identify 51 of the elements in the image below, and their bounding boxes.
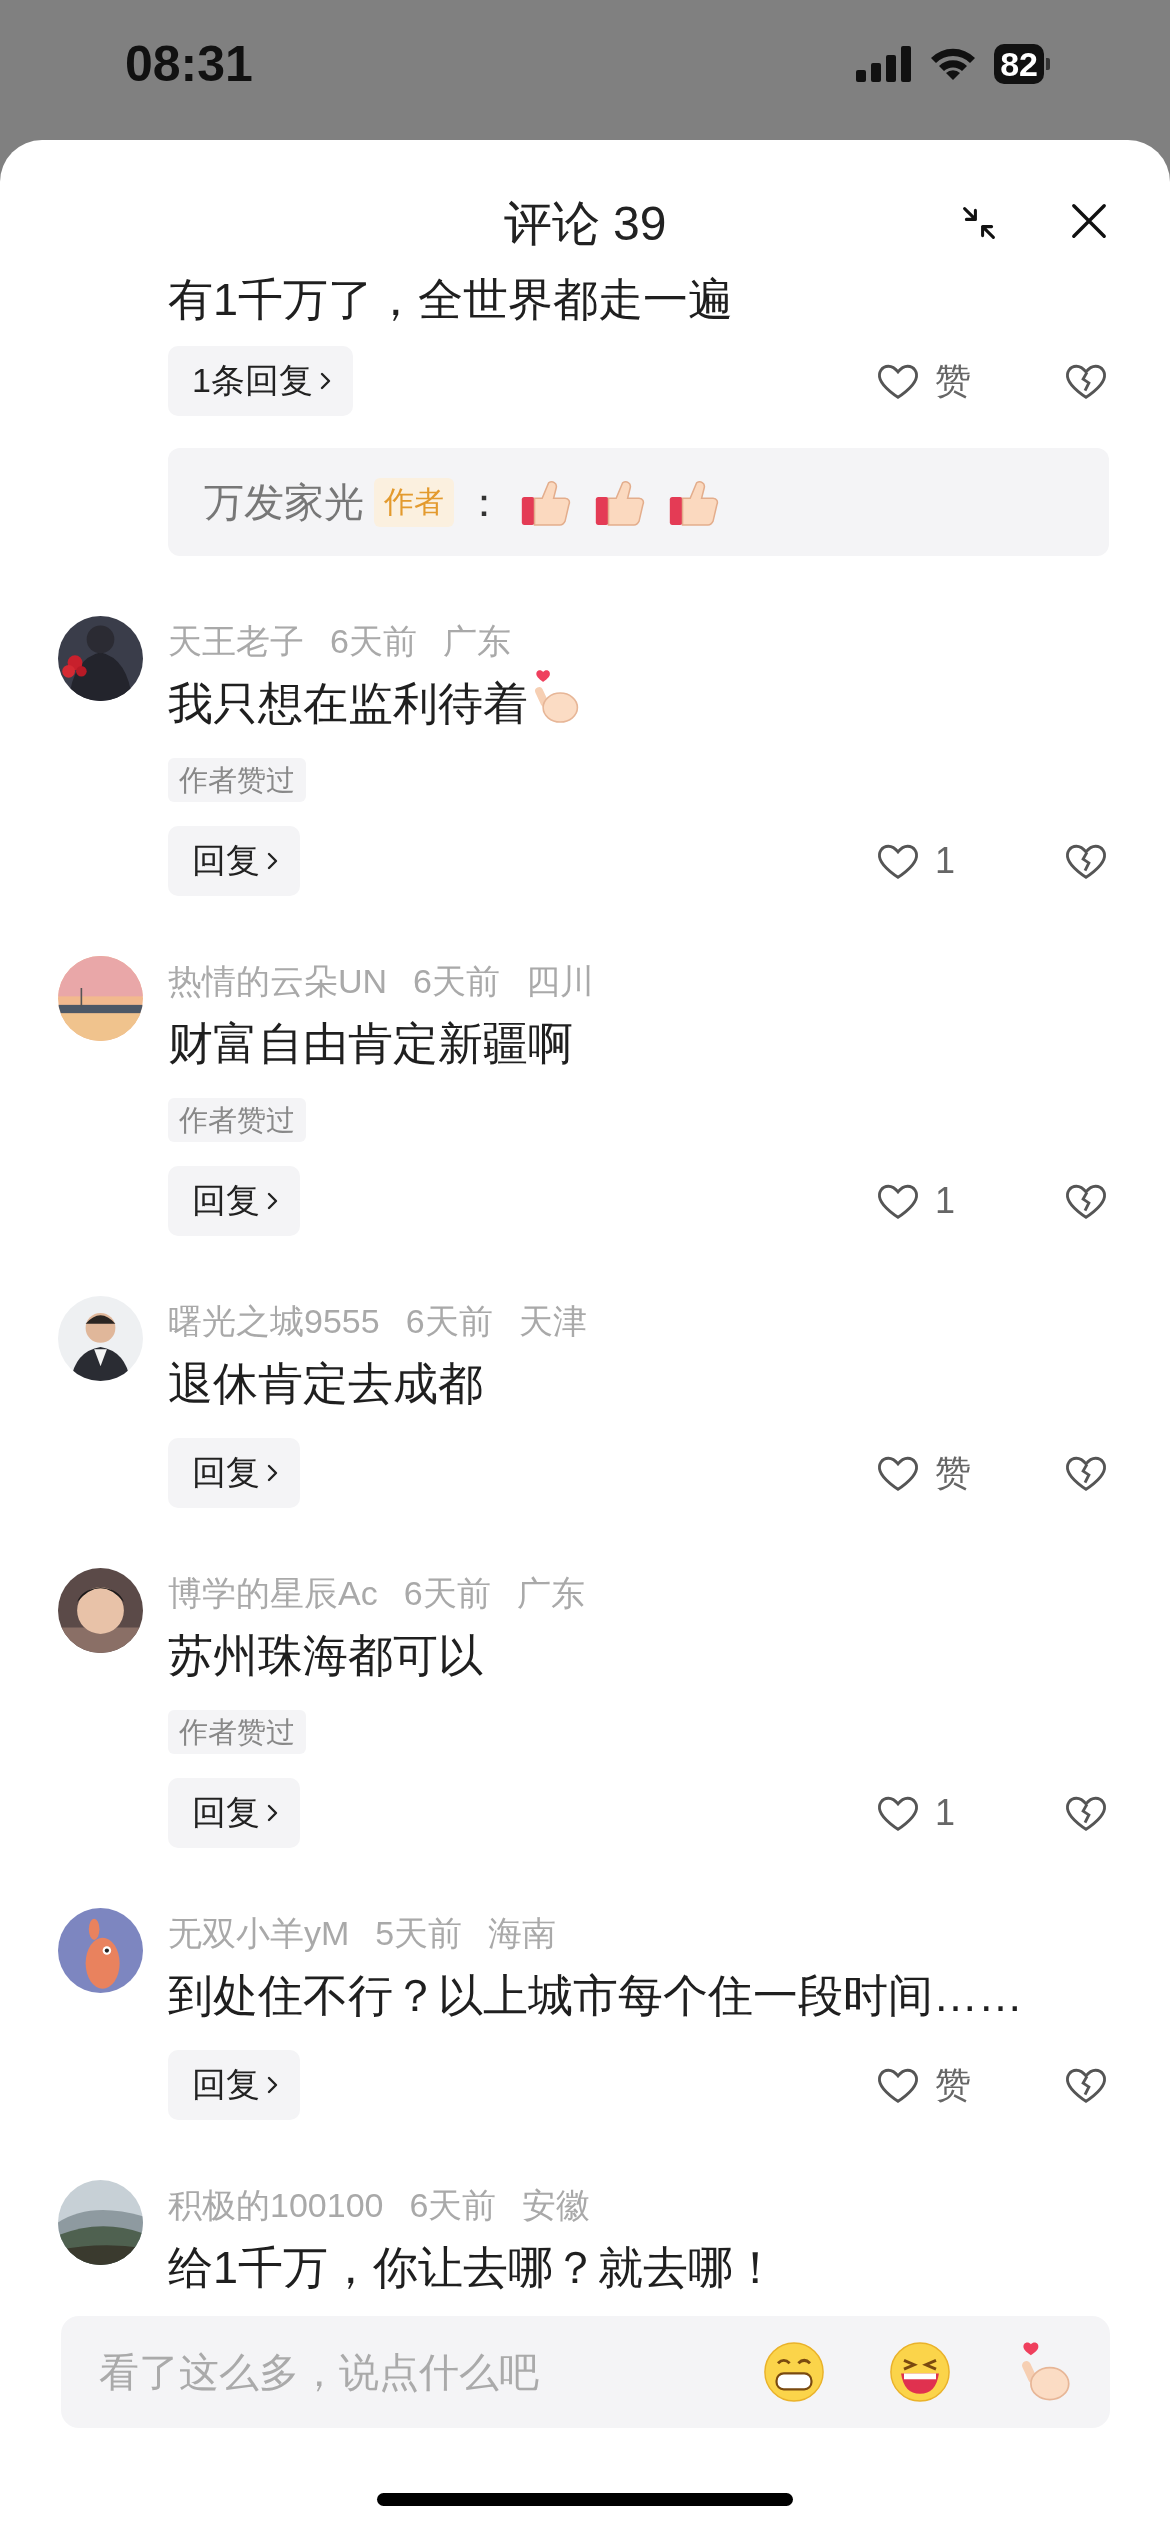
comment-location: 天津 — [518, 1301, 587, 1342]
status-time: 08:31 — [125, 35, 253, 93]
author-liked-tag: 作者赞过 — [168, 1710, 306, 1754]
reply-author: 万发家光 — [204, 478, 364, 526]
laughing-emoji-icon[interactable] — [887, 2340, 952, 2404]
comment-text: 财富自由肯定新疆啊 — [168, 1017, 573, 1071]
comment-text: 有1千万了，全世界都走一遍 — [168, 273, 735, 327]
chevron-right-icon — [318, 370, 331, 392]
reply-button[interactable]: 1条回复 — [168, 346, 353, 416]
like-button[interactable]: 赞 — [875, 1448, 993, 1498]
like-button[interactable]: 1 — [875, 1790, 993, 1836]
reply-button[interactable]: 回复 — [168, 1778, 300, 1848]
chevron-right-icon — [266, 1462, 278, 1484]
comment-time: 6天前 — [413, 961, 501, 1002]
like-button[interactable]: 1 — [875, 1178, 993, 1224]
comment-location: 安徽 — [522, 2185, 591, 2226]
like-button[interactable]: 1 — [875, 838, 993, 884]
comment-location: 广东 — [442, 621, 511, 662]
comment-text: 我只想在监利待着 — [168, 677, 528, 731]
signal-icon — [856, 46, 913, 82]
comment-time: 5天前 — [375, 1913, 463, 1954]
comment-text: 苏州珠海都可以 — [168, 1629, 483, 1683]
chevron-right-icon — [266, 850, 278, 872]
reply-button[interactable]: 回复 — [168, 826, 300, 896]
comment-input[interactable]: 看了这么多，说点什么吧 — [96, 2348, 700, 2396]
reply-button[interactable]: 回复 — [168, 1166, 300, 1236]
chevron-right-icon — [266, 2074, 278, 2096]
comment-time: 6天前 — [405, 1301, 493, 1342]
collapse-icon[interactable] — [961, 205, 997, 241]
author-liked-tag: 作者赞过 — [168, 758, 306, 802]
sheet-title: 评论 39 — [503, 196, 667, 252]
like-button[interactable]: 赞 — [875, 2060, 993, 2110]
comment-location: 四川 — [526, 961, 595, 1002]
colon: ： — [464, 478, 504, 526]
chevron-right-icon — [266, 1190, 278, 1212]
grinning-emoji-icon[interactable] — [761, 2340, 826, 2404]
comment-text: 退休肯定去成都 — [168, 1357, 483, 1411]
author-liked-tag: 作者赞过 — [168, 1098, 306, 1142]
comment-time: 6天前 — [330, 621, 417, 662]
comment-time: 6天前 — [409, 2185, 497, 2226]
close-icon[interactable] — [1070, 202, 1108, 240]
reply-button[interactable]: 回复 — [168, 2050, 300, 2120]
comment-location: 海南 — [488, 1913, 557, 1954]
comment-time: 6天前 — [403, 1573, 491, 1614]
chevron-right-icon — [266, 1802, 278, 1824]
comment-text: 到处住不行？以上城市每个住一段时间…… — [168, 1969, 1023, 2023]
author-badge: 作者 — [374, 477, 454, 527]
like-button[interactable]: 赞 — [875, 356, 993, 406]
reply-button[interactable]: 回复 — [168, 1438, 300, 1508]
comment-text: 给1千万，你让去哪？就去哪！ — [168, 2241, 779, 2292]
comment-location: 广东 — [516, 1573, 585, 1614]
